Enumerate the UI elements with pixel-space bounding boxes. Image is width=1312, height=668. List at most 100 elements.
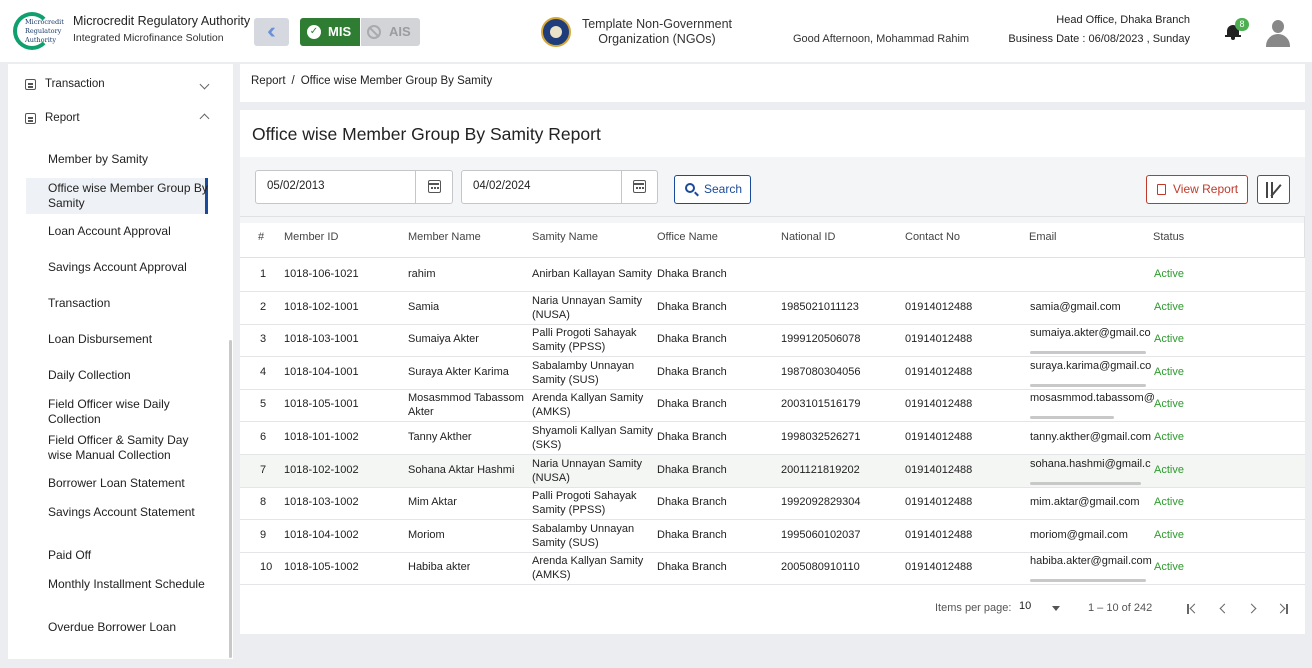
cell-office-name: Dhaka Branch [657,463,727,476]
sidebar: Transaction Report Member by Samity Offi… [8,64,233,659]
branch-name: Head Office, Dhaka Branch [1056,14,1190,26]
sidebar-item-paid-off[interactable]: Paid Off [48,548,208,563]
cell-samity-name: Palli Progoti Sahayak Samity (PPSS) [532,490,637,517]
breadcrumb-root[interactable]: Report [251,75,286,87]
first-page-icon[interactable] [1185,601,1201,617]
cell-office-name: Dhaka Branch [657,300,727,313]
cell-samity-name: Naria Unnayan Samity (NUSA) [532,457,643,484]
sidebar-scrollbar[interactable] [229,340,232,658]
previous-page-icon[interactable] [1215,601,1231,617]
sidebar-item-monthly-installment-schedule[interactable]: Monthly Installment Schedule [48,577,208,592]
cell-email: mim.aktar@gmail.com [1030,496,1140,509]
next-page-icon[interactable] [1245,601,1261,617]
cell-samity-name: Arenda Kallyan Samity (AMKS) [532,392,644,419]
sidebar-item-borrower-loan-statement[interactable]: Borrower Loan Statement [48,476,208,491]
column-settings-button[interactable] [1257,175,1290,204]
mis-toggle-button[interactable]: ✓ MIS [300,18,360,46]
to-date-field[interactable]: 04/02/2024 [461,170,658,204]
government-seal-icon [541,17,571,47]
view-report-label: View Report [1173,182,1239,196]
column-header: # [258,231,265,243]
breadcrumb-bar: Report / Office wise Member Group By Samit… [240,64,1305,102]
cell-row-number: 10 [260,561,273,574]
chevron-down-icon[interactable] [199,79,210,90]
cell-member-id: 1018-103-1001 [284,333,359,346]
cell-office-name: Dhaka Branch [657,431,727,443]
table-row[interactable]: 7 1018-102-1002 Sohana Aktar Hashmi Naria U… [240,454,1305,488]
cell-contact-no: 01914012488 [905,431,973,443]
cell-email: habiba.akter@gmail.com [1030,555,1152,568]
column-header: Status [1153,231,1185,243]
table-header: # Member ID Member Name Samity Name Offi… [240,216,1305,258]
email-cell-scrollbar[interactable] [1030,416,1114,420]
sidebar-item-loan-disbursement[interactable]: Loan Disbursement [48,332,208,347]
cell-status: Active [1154,463,1184,476]
cell-row-number: 4 [260,365,267,378]
email-cell-scrollbar[interactable] [1030,579,1146,583]
sidebar-item-daily-collection[interactable]: Daily Collection [48,368,208,383]
cell-member-name: Mim Aktar [408,496,457,509]
calendar-icon[interactable] [633,180,646,193]
cell-office-name: Dhaka Branch [657,398,727,411]
sidebar-item-overdue-borrower-loan[interactable]: Overdue Borrower Loan [48,620,208,635]
cell-status: Active [1154,528,1184,541]
cell-contact-no: 01914012488 [905,300,973,313]
column-header: Office Name [657,231,718,243]
cell-status: Active [1154,561,1184,574]
table-row[interactable]: 3 1018-103-1001 Sumaiya Akter Palli Progoti… [240,324,1305,358]
cell-member-name: Habiba akter [408,561,471,574]
cell-email: sohana.hashmi@gmail.c [1030,457,1151,470]
table-row[interactable]: 9 1018-104-1002 Moriom Sabalamby Unnayan Sa… [240,520,1305,553]
sidebar-item-loan-account-approval[interactable]: Loan Account Approval [48,224,208,239]
filter-bar: 05/02/2013 04/02/2024 Search View Report [240,157,1305,223]
sidebar-item-member-by-samity[interactable]: Member by Samity [48,152,208,167]
ais-toggle-button[interactable]: AIS [361,18,420,46]
search-button[interactable]: Search [674,175,751,204]
calendar-icon[interactable] [428,180,441,193]
cell-member-id: 1018-103-1002 [284,496,359,509]
table-row[interactable]: 5 1018-105-1001 Mosasmmod Tabassom Akter Ar… [240,389,1305,423]
logo-text: Microcredit Regulatory Authority [25,18,64,44]
table-row[interactable]: 6 1018-101-1002 Tanny Akther Shyamoli Kally… [240,422,1305,455]
page-size-select[interactable]: 10 [1019,600,1031,612]
report-panel: Office wise Member Group By Samity Repor… [240,110,1305,634]
cell-samity-name: Palli Progoti Sahayak Samity (PPSS) [532,327,637,354]
table-row[interactable]: 10 1018-105-1002 Habiba akter Arenda Kallya… [240,552,1305,586]
page-title: Office wise Member Group By Samity Repor… [252,124,601,144]
email-cell-scrollbar[interactable] [1030,351,1146,355]
cell-member-id: 1018-102-1002 [284,463,359,476]
chevron-up-icon[interactable] [199,113,210,124]
table-row[interactable]: 1 1018-106-1021 rahim Anirban Kallayan Sami… [240,259,1305,292]
table-row[interactable]: 4 1018-104-1001 Suraya Akter Karima Sabalam… [240,357,1305,390]
last-page-icon[interactable] [1275,601,1291,617]
cell-member-name: rahim [408,268,436,280]
user-greeting: Good Afternoon, Mohammad Rahim [793,33,970,45]
cell-member-id: 1018-106-1021 [284,268,359,280]
cell-member-name: Sumaiya Akter [408,333,479,346]
cell-member-name: Sohana Aktar Hashmi [408,463,515,476]
sidebar-item-transaction[interactable]: Transaction [48,296,208,311]
cell-status: Active [1154,365,1184,378]
email-cell-scrollbar[interactable] [1030,383,1146,387]
notification-count-badge: 8 [1235,18,1249,31]
sidebar-item-savings-account-statement[interactable]: Savings Account Statement [48,505,208,520]
sidebar-item-manual-collection[interactable]: Field Officer & Samity Day wise Manual C… [48,433,208,463]
cell-national-id: 2001121819202 [781,463,860,476]
collapse-sidebar-button[interactable]: ‹‹ [254,18,289,46]
column-header: Contact No [905,231,961,243]
table-row[interactable]: 2 1018-102-1001 Samia Naria Unnayan Samity … [240,292,1305,325]
from-date-field[interactable]: 05/02/2013 [255,170,453,204]
cell-office-name: Dhaka Branch [657,268,727,280]
from-date-value: 05/02/2013 [267,180,325,192]
user-avatar-icon[interactable] [1265,19,1291,47]
cell-status: Active [1154,431,1184,443]
table-row[interactable]: 8 1018-103-1002 Mim Aktar Palli Progoti Sah… [240,487,1305,521]
column-header: Member ID [284,231,339,243]
email-cell-scrollbar[interactable] [1030,481,1141,485]
dropdown-arrow-icon[interactable] [1052,606,1060,611]
sidebar-item-field-officer-daily-collection[interactable]: Field Officer wise Daily Collection [48,397,208,427]
sidebar-item-office-wise-member-group[interactable]: Office wise Member Group By Samity [48,181,208,211]
sidebar-item-savings-account-approval[interactable]: Savings Account Approval [48,260,208,275]
cell-contact-no: 01914012488 [905,398,973,411]
view-report-button[interactable]: View Report [1146,175,1248,204]
